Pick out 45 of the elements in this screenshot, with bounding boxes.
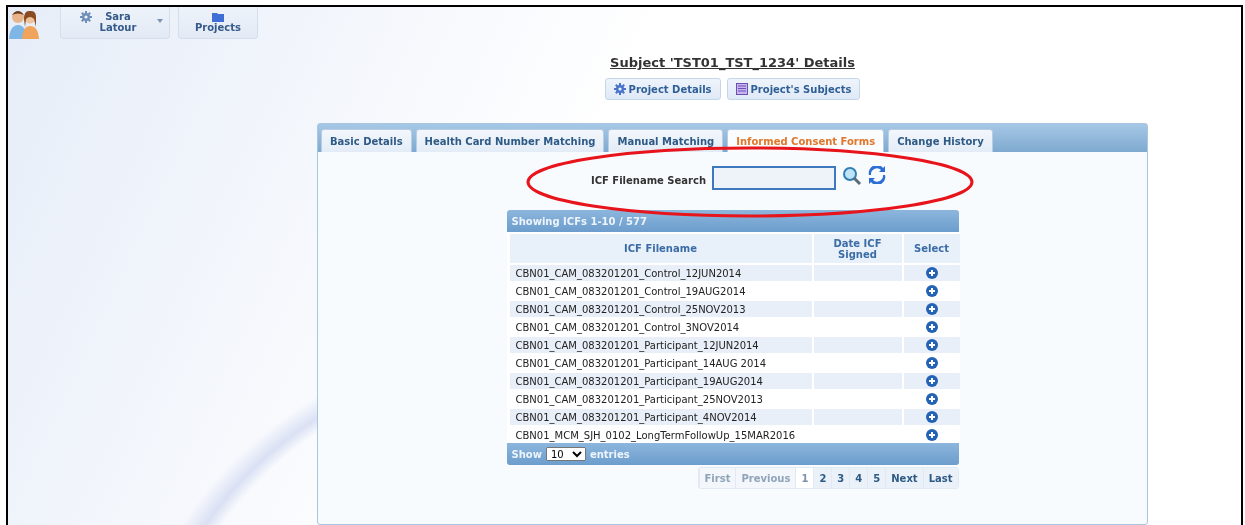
action-button[interactable]: Project's Subjects [726, 78, 861, 100]
filename-cell: CBN01_CAM_083201201_Participant_4NOV2014 [509, 409, 812, 425]
user-menu-button[interactable]: Sara Latour [60, 7, 170, 39]
entries-label: entries [589, 448, 630, 460]
page-size-select[interactable]: 10 [545, 447, 586, 461]
list-icon [735, 83, 748, 95]
column-header: Date ICF Signed [813, 234, 902, 263]
add-icon[interactable] [925, 267, 938, 279]
tab[interactable]: Change History [888, 129, 993, 152]
page-button[interactable]: 2 [813, 468, 832, 488]
add-icon[interactable] [925, 357, 938, 369]
folder-icon [212, 12, 224, 22]
action-button[interactable]: Project Details [604, 78, 721, 100]
page-button[interactable]: 5 [867, 468, 886, 488]
search-field[interactable] [712, 166, 837, 190]
page-button[interactable]: Next [885, 468, 923, 488]
filename-cell: CBN01_CAM_083201201_Control_25NOV2013 [509, 301, 812, 317]
add-icon[interactable] [925, 303, 938, 315]
add-icon[interactable] [925, 393, 938, 405]
gear-icon [613, 83, 626, 95]
gear-icon [80, 11, 92, 23]
add-icon[interactable] [925, 411, 938, 423]
tab[interactable]: Health Card Number Matching [415, 129, 605, 152]
add-icon[interactable] [925, 321, 938, 333]
add-icon[interactable] [925, 375, 938, 387]
filename-cell: CBN01_CAM_083201201_Participant_12JUN2014 [509, 337, 812, 353]
page-title: Subject 'TST01_TST_1234' Details [610, 55, 855, 70]
filename-cell: CBN01_CAM_083201201_Participant_19AUG2014 [509, 373, 812, 389]
page-button[interactable]: 3 [831, 468, 850, 488]
caret-icon [157, 19, 163, 23]
add-icon[interactable] [925, 285, 938, 297]
tab[interactable]: Manual Matching [608, 129, 724, 152]
column-header: Select [903, 234, 960, 263]
tab[interactable]: Basic Details [321, 129, 412, 152]
projects-button[interactable]: Projects [178, 7, 258, 39]
add-icon[interactable] [925, 339, 938, 351]
search-label: ICF Filename Search [590, 175, 707, 186]
table-caption: Showing ICFs 1-10 / 577 [506, 210, 959, 232]
filename-cell: CBN01_CAM_083201201_Control_12JUN2014 [509, 265, 812, 281]
page-button[interactable]: Last [922, 468, 958, 488]
column-header: ICF Filename [509, 234, 812, 263]
show-label: Show [511, 448, 542, 460]
page-button[interactable]: 4 [849, 468, 868, 488]
page-button[interactable]: 1 [795, 468, 814, 488]
add-icon[interactable] [925, 429, 938, 441]
